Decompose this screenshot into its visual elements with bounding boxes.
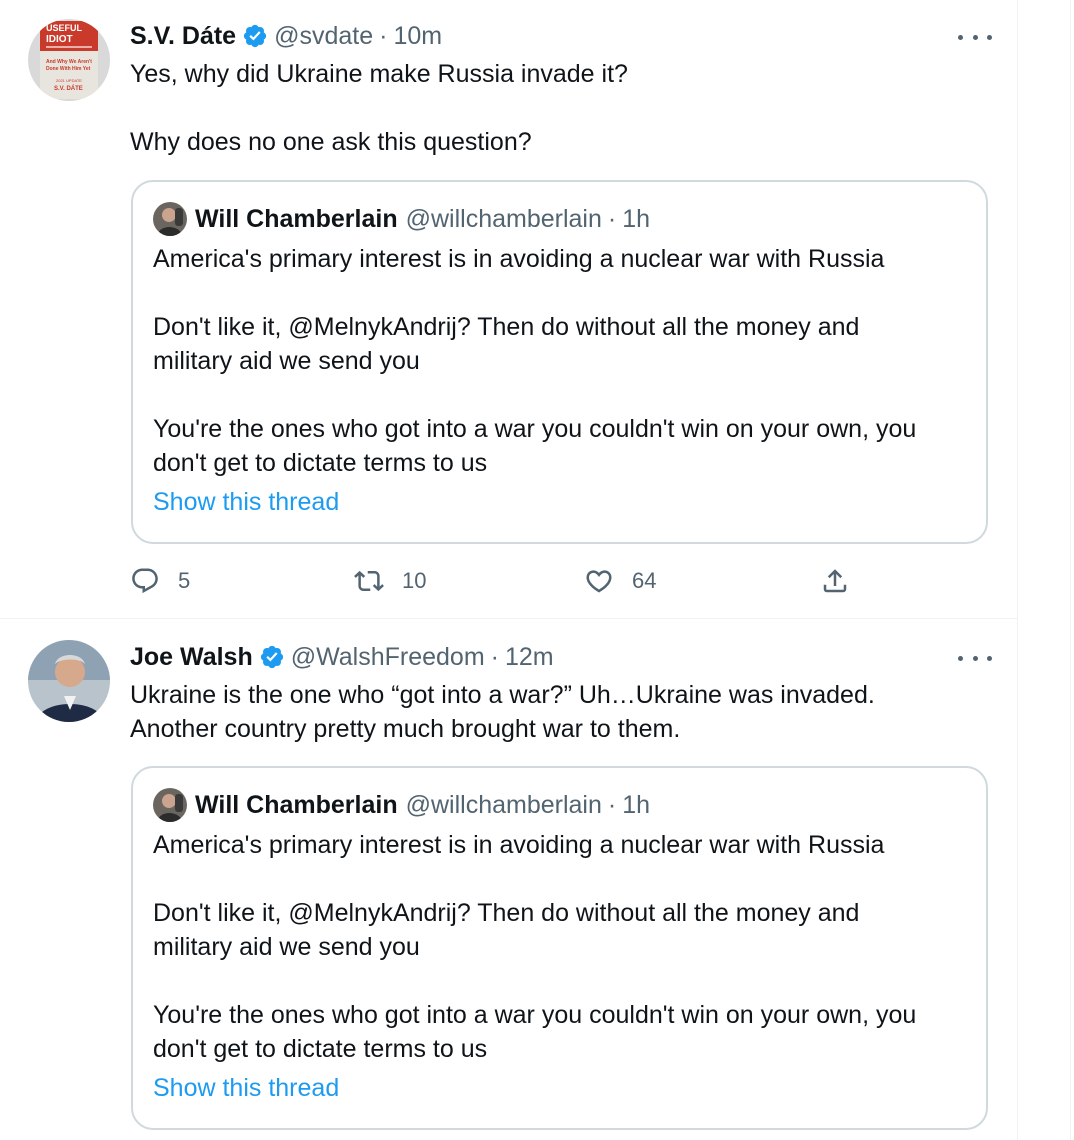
quoted-author-handle: @willchamberlain [405,790,602,819]
quoted-author-name: Will Chamberlain [195,790,398,819]
quoted-text-line: America's primary interest is in avoidin… [153,245,885,273]
avatar-cover-line-3: And Why We Aren't [46,59,92,65]
avatar-cover-line-5: 2021 UPDATE [56,78,82,83]
avatar-cover-line-1: USEFUL [46,23,83,33]
tweet-header: S.V. Dáte @svdate · 10m [130,19,442,53]
like-icon [586,570,612,593]
right-sidebar-edge [1018,0,1074,1140]
divider [1070,0,1071,1140]
share-button[interactable] [820,563,850,599]
tweet-svdate[interactable]: USEFUL IDIOT And Why We Aren't Done With… [0,0,1017,619]
tweet-walshfreedom[interactable]: Joe Walsh @WalshFreedom · 12m Ukraine is… [0,619,1017,1140]
quoted-tweet-time: 1h [622,204,651,233]
retweet-count: 10 [402,568,427,593]
quoted-text-line: Don't like it, @MelnykAndrij? Then do wi… [153,313,860,341]
more-options-icon[interactable] [958,27,992,47]
quoted-text-line: don't get to dictate terms to us [153,449,488,477]
quoted-author-handle: @willchamberlain [405,204,602,233]
author-name[interactable]: S.V. Dáte [130,22,236,51]
more-options-icon[interactable] [958,648,992,668]
profile-photo-avatar-image [28,640,110,722]
author-name[interactable]: Joe Walsh [130,643,253,672]
separator-dot: · [607,204,617,233]
tweet-time[interactable]: 10m [393,22,442,51]
separator-dot: · [490,642,499,671]
tweet-text-line: Yes, why did Ukraine make Russia invade … [130,60,628,88]
quoted-avatar [153,788,187,822]
tweet-text-line: Ukraine is the one who “got into a war?”… [130,681,875,709]
quoted-tweet-text: America's primary interest is in avoidin… [153,242,973,480]
verified-badge-icon [260,645,283,669]
like-count: 64 [632,568,657,593]
share-icon [823,569,847,593]
show-thread-link[interactable]: Show this thread [153,485,339,519]
quoted-text-line: America's primary interest is in avoidin… [153,831,885,859]
quoted-author-name: Will Chamberlain [195,204,398,233]
author-handle[interactable]: @WalshFreedom [291,643,485,672]
quoted-tweet-text: America's primary interest is in avoidin… [153,828,973,1066]
avatar[interactable] [28,640,110,722]
quoted-text-line: military aid we send you [153,347,420,375]
avatar[interactable]: USEFUL IDIOT And Why We Aren't Done With… [28,19,110,101]
author-handle[interactable]: @svdate [274,22,373,51]
quoted-tweet[interactable]: Will Chamberlain @willchamberlain · 1h A… [131,766,988,1130]
quoted-tweet[interactable]: Will Chamberlain @willchamberlain · 1h A… [131,180,988,544]
quoted-tweet-header: Will Chamberlain @willchamberlain · 1h [153,202,650,236]
tweet-text: Ukraine is the one who “got into a war?”… [130,678,990,746]
tweet-text-line: Another country pretty much brought war … [130,715,681,743]
avatar-cover-line-2: IDIOT [46,34,73,45]
avatar-cover-line-6: S.V. DÁTE [54,85,83,92]
quoted-text-line: don't get to dictate terms to us [153,1035,488,1063]
separator-dot: · [379,21,388,50]
book-cover-avatar-image: USEFUL IDIOT And Why We Aren't Done With… [28,19,110,101]
tweet-text-line: Why does no one ask this question? [130,128,532,156]
tweet-header: Joe Walsh @WalshFreedom · 12m [130,640,554,674]
reply-icon [132,568,158,594]
verified-badge-icon [243,24,267,48]
timeline-feed: USEFUL IDIOT And Why We Aren't Done With… [0,0,1018,1140]
show-thread-link[interactable]: Show this thread [153,1071,339,1105]
quoted-text-line: military aid we send you [153,933,420,961]
reply-button[interactable]: 5 [130,563,190,599]
quoted-text-line: You're the ones who got into a war you c… [153,415,917,443]
quoted-text-line: You're the ones who got into a war you c… [153,1001,917,1029]
avatar-cover-line-4: Done With Him Yet [46,66,91,72]
quoted-tweet-header: Will Chamberlain @willchamberlain · 1h [153,788,650,822]
quoted-text-line: Don't like it, @MelnykAndrij? Then do wi… [153,899,860,927]
like-button[interactable]: 64 [584,563,656,599]
tweet-actions: 5 10 64 [130,563,870,599]
tweet-time[interactable]: 12m [505,643,554,672]
separator-dot: · [607,790,617,819]
tweet-text: Yes, why did Ukraine make Russia invade … [130,57,990,159]
reply-count: 5 [178,568,191,593]
quoted-avatar [153,202,187,236]
retweet-icon [354,570,384,592]
quoted-tweet-time: 1h [622,790,651,819]
retweet-button[interactable]: 10 [354,563,426,599]
